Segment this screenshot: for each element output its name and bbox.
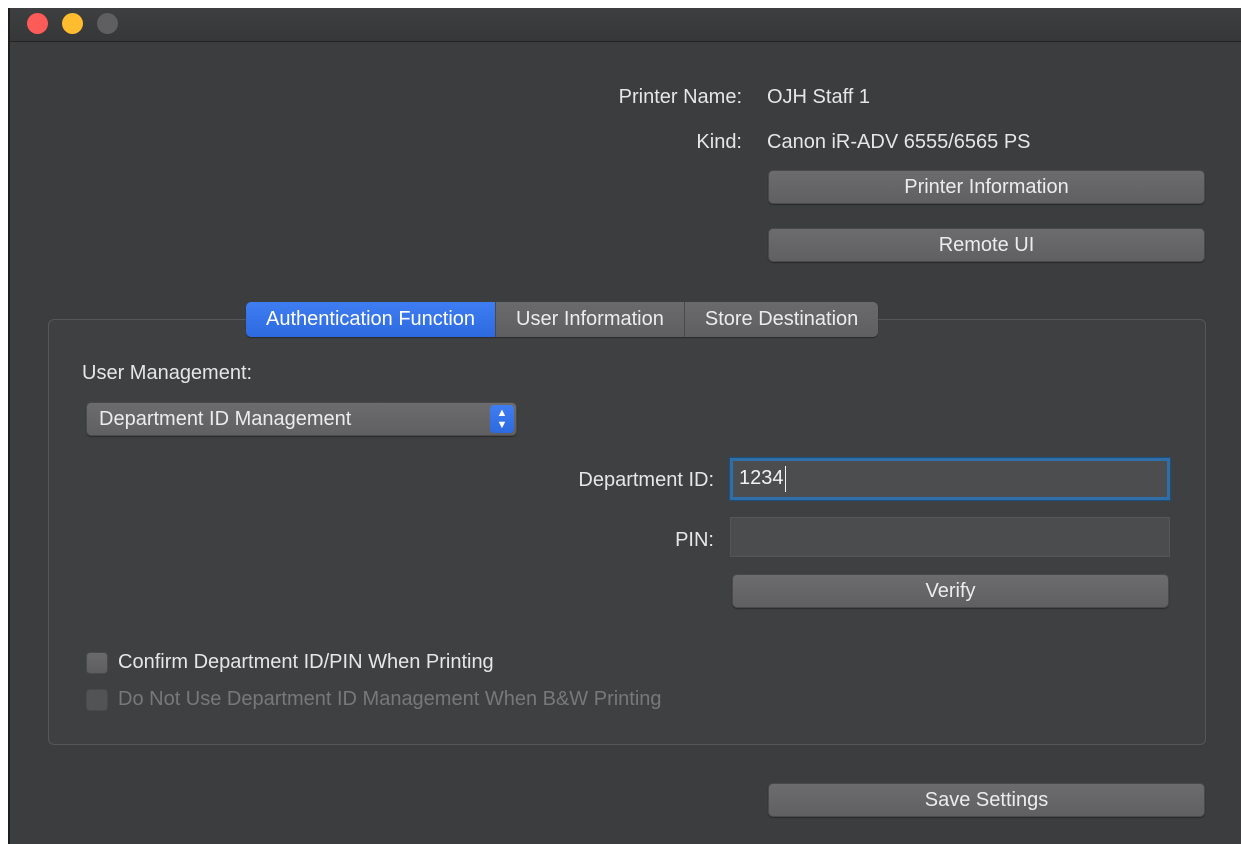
close-window-button[interactable]	[27, 13, 48, 34]
zoom-window-button[interactable]	[97, 13, 118, 34]
tab-store-destination[interactable]: Store Destination	[684, 302, 879, 337]
printer-kind-label: Kind:	[696, 131, 742, 153]
minimize-window-button[interactable]	[62, 13, 83, 34]
printer-information-button[interactable]: Printer Information	[768, 170, 1205, 204]
confirm-department-id-checkbox[interactable]	[86, 652, 108, 674]
pin-label: PIN:	[675, 529, 714, 551]
tab-bar: Authentication Function User Information…	[246, 302, 879, 337]
department-id-label: Department ID:	[578, 469, 714, 491]
bw-printing-label: Do Not Use Department ID Management When…	[118, 688, 662, 710]
printer-name-label: Printer Name:	[618, 86, 742, 108]
remote-ui-button[interactable]: Remote UI	[768, 228, 1205, 262]
chevron-up-down-icon: ▲ ▼	[490, 405, 514, 433]
department-id-field[interactable]: 1234	[730, 458, 1170, 500]
printer-kind-value: Canon iR-ADV 6555/6565 PS	[767, 131, 1031, 153]
tab-authentication-function[interactable]: Authentication Function	[246, 302, 497, 337]
pin-field[interactable]	[730, 517, 1170, 557]
verify-button[interactable]: Verify	[732, 574, 1169, 608]
user-management-label: User Management:	[82, 362, 253, 384]
bw-printing-checkbox	[86, 689, 108, 711]
tab-user-information[interactable]: User Information	[496, 302, 685, 337]
printer-name-value: OJH Staff 1	[767, 86, 871, 108]
confirm-department-id-label: Confirm Department ID/PIN When Printing	[118, 651, 494, 673]
printer-settings-window: Printer Name: OJH Staff 1 Kind: Canon iR…	[8, 8, 1241, 844]
text-caret	[784, 465, 786, 492]
user-management-select[interactable]: Department ID Management ▲ ▼	[86, 402, 517, 436]
department-id-input-text: 1234	[739, 461, 786, 496]
user-management-selected-value: Department ID Management	[99, 408, 352, 430]
title-bar	[10, 8, 1241, 42]
save-settings-button[interactable]: Save Settings	[768, 783, 1205, 817]
